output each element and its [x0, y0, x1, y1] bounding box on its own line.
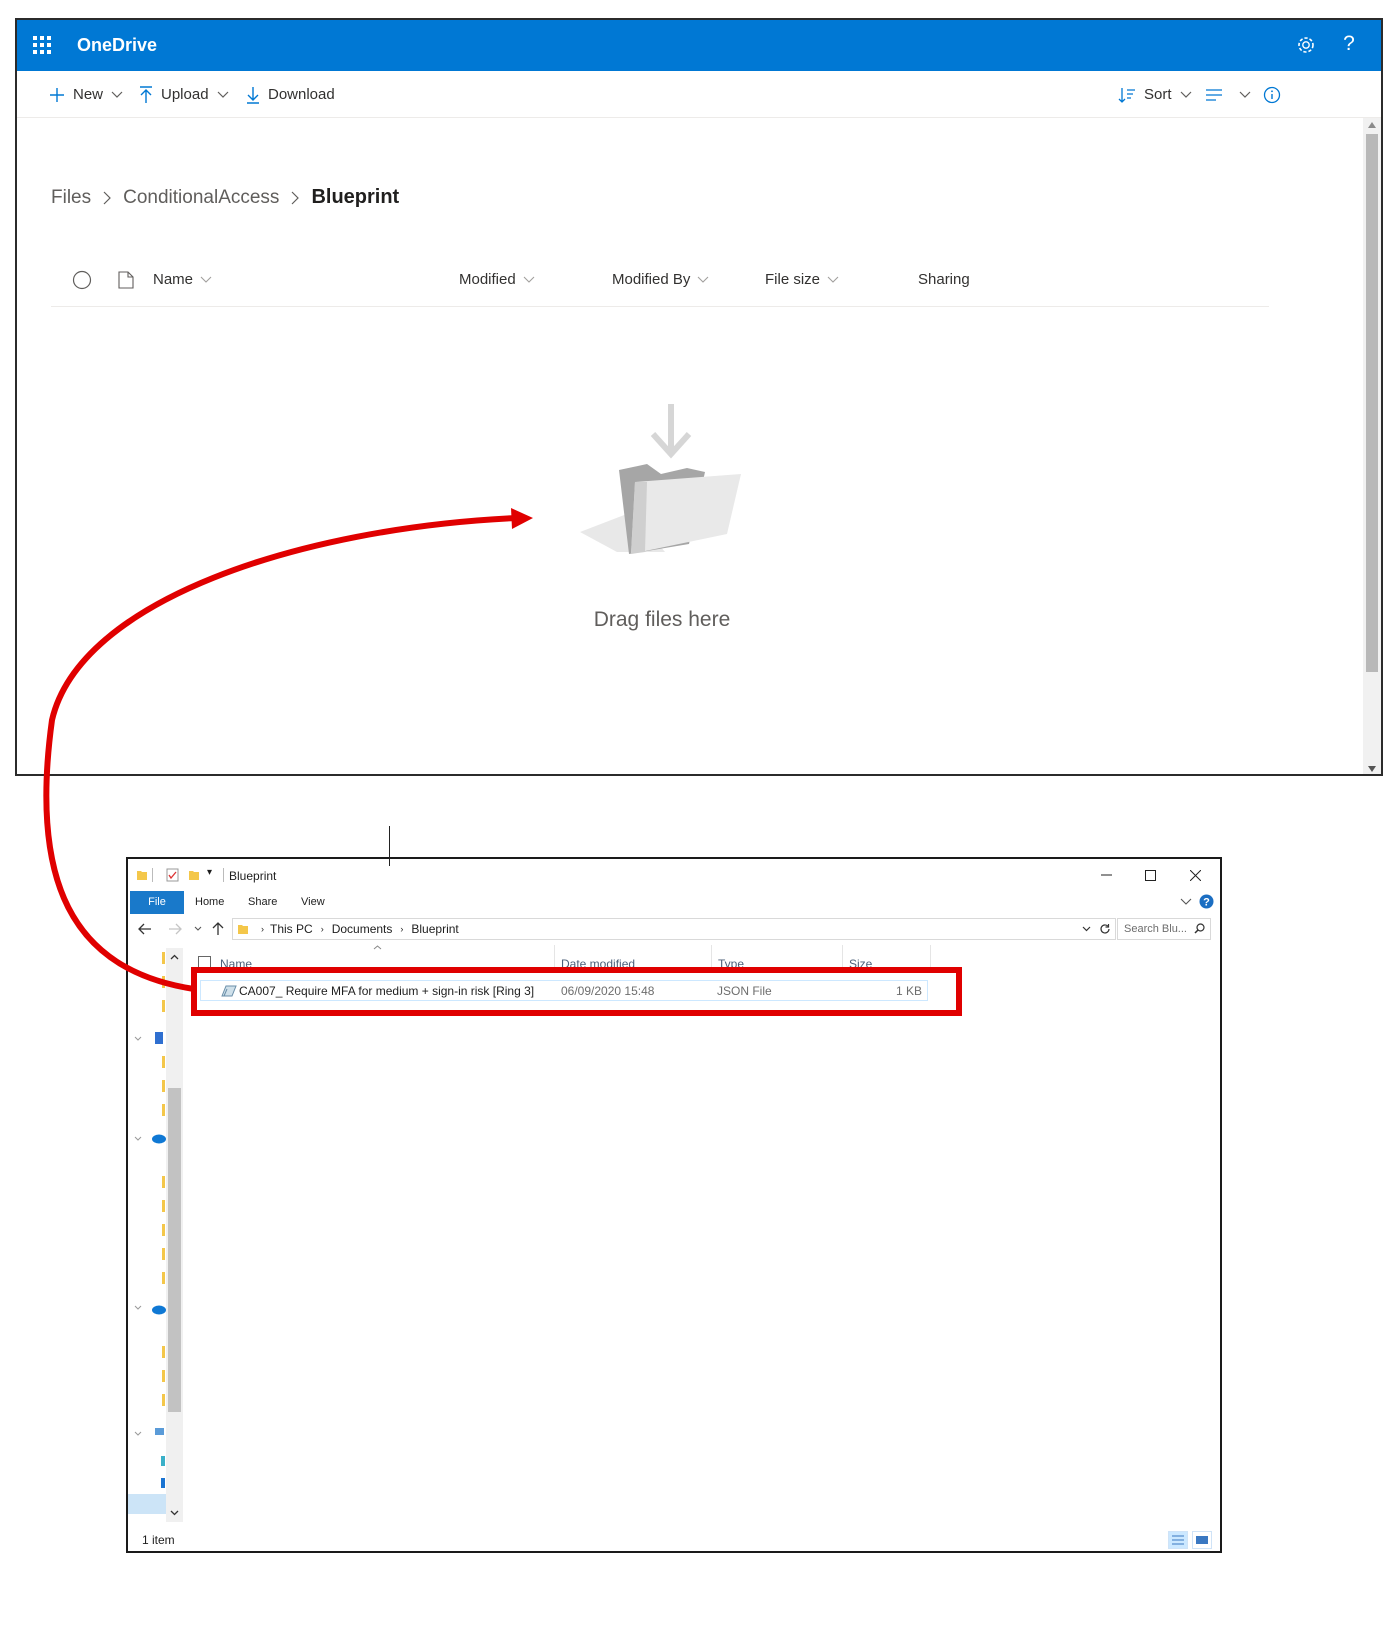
drag-arrow-annotation	[43, 508, 533, 992]
